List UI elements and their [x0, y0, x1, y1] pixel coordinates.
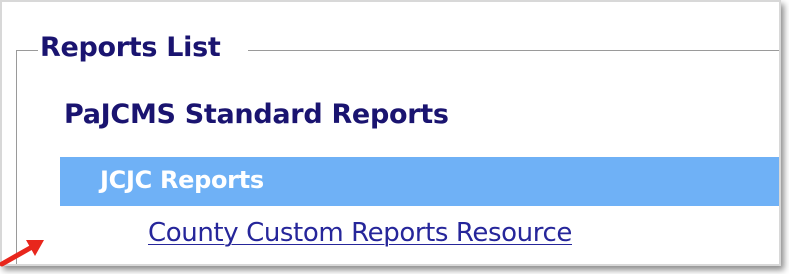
fieldset-border-right-segment — [248, 50, 779, 51]
reports-list-legend: Reports List — [40, 32, 221, 63]
fieldset-border-left-segment — [16, 50, 38, 51]
category-bar-jcjc-reports: JCJC Reports — [60, 157, 779, 206]
county-custom-reports-resource-link[interactable]: County Custom Reports Resource — [148, 218, 572, 248]
reports-list-panel: Reports List PaJCMS Standard Reports JCJ… — [0, 0, 781, 266]
standard-reports-heading: PaJCMS Standard Reports — [64, 99, 449, 130]
red-arrow-icon — [0, 240, 44, 267]
category-label: JCJC Reports — [100, 166, 264, 194]
